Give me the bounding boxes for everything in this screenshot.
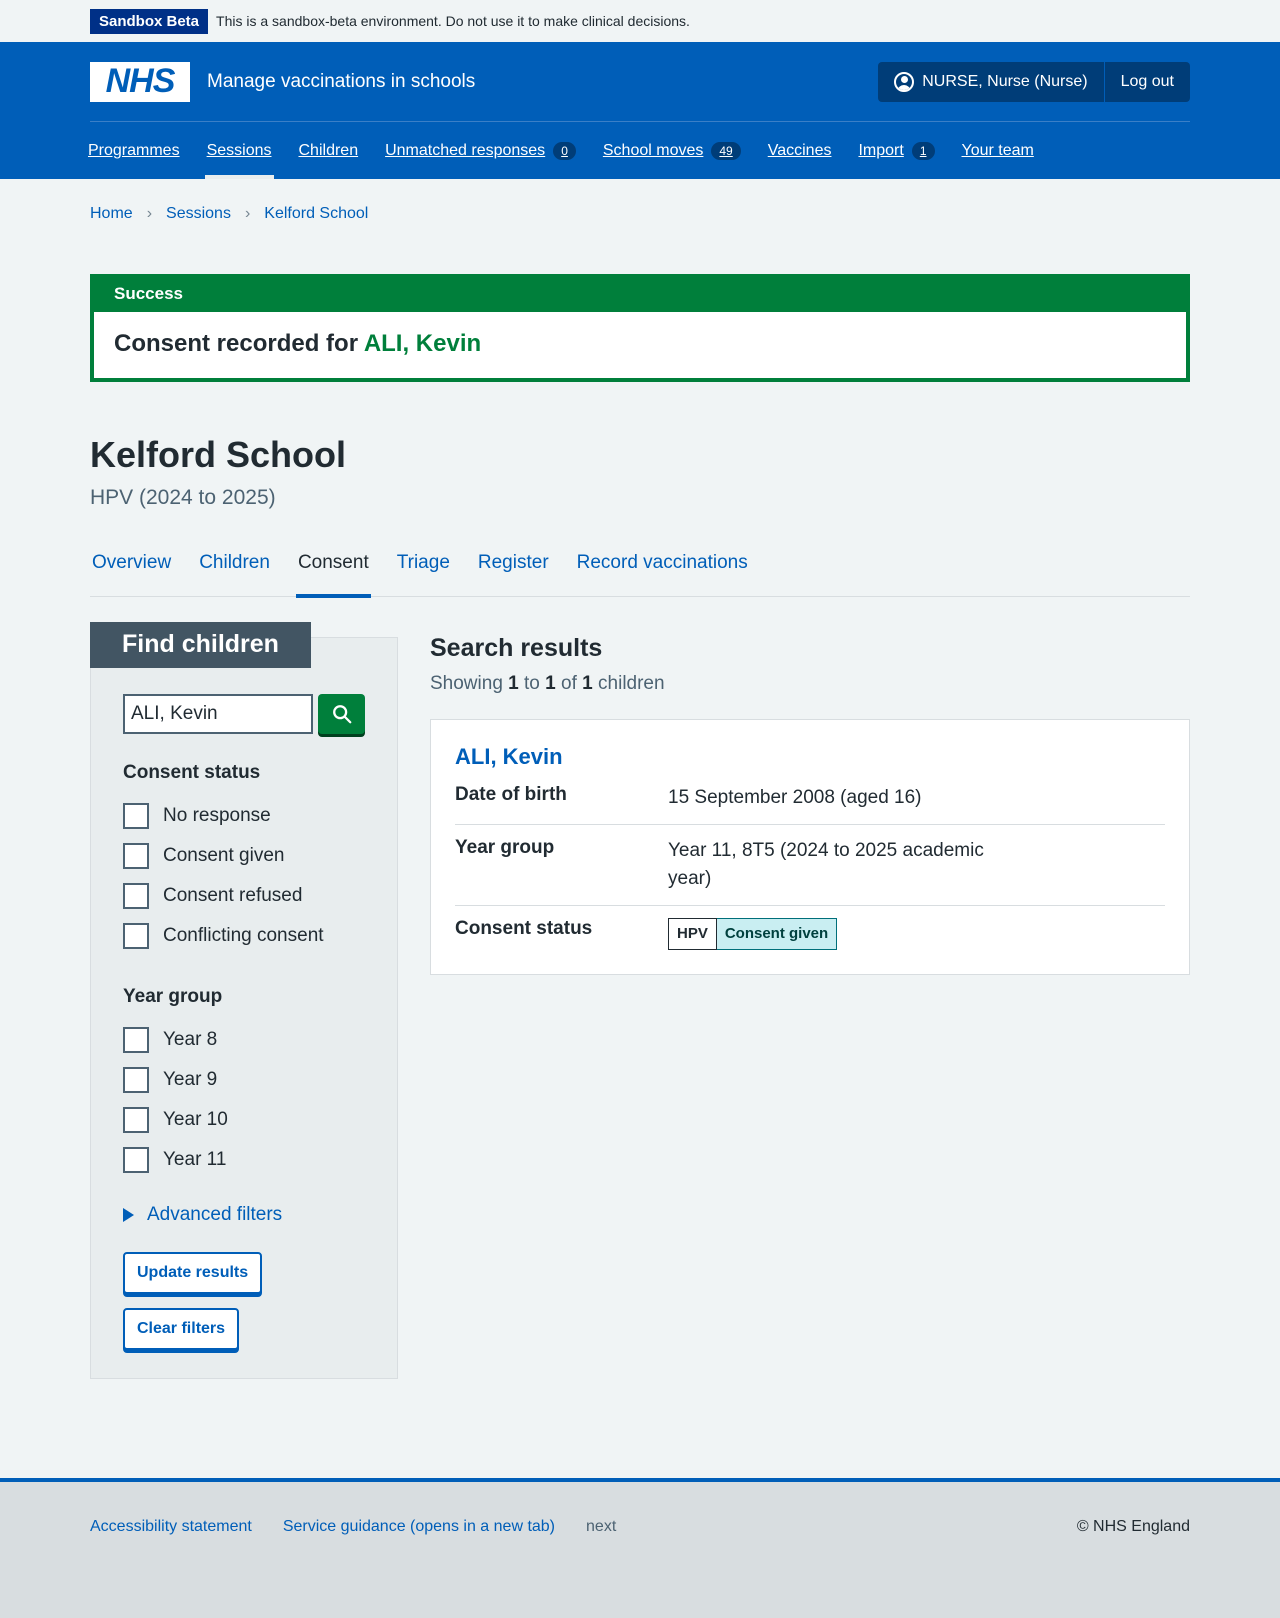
checkbox[interactable] [123,803,149,829]
year-group-legend: Year group [123,986,223,1007]
success-heading: Success [94,278,1186,312]
footer-copyright: © NHS England [1076,1518,1190,1535]
results-count: Showing 1 to 1 of 1 children [430,673,665,694]
filter-year-11[interactable]: Year 11 [123,1140,365,1180]
triangle-right-icon [123,1208,134,1222]
success-message: Consent recorded for ALI, Kevin [114,330,482,357]
status-badge: Consent given [716,918,838,950]
footer-accessibility-link[interactable]: Accessibility statement [90,1518,252,1536]
nhs-logo[interactable]: NHS [90,61,190,102]
footer-version: next [586,1518,617,1535]
breadcrumb-sessions[interactable]: Sessions [166,205,231,223]
checkbox[interactable] [123,1027,149,1053]
tab-overview[interactable]: Overview [90,550,173,597]
sandbox-banner: Sandbox Beta This is a sandbox-beta envi… [0,0,1280,42]
account-user-name: NURSE, Nurse (Nurse) [922,72,1088,90]
main-content: Home › Sessions › Kelford School Success… [90,179,1190,1379]
site-footer: Accessibility statement Service guidance… [0,1478,1280,1618]
consent-status-tag: HPV Consent given [668,918,838,950]
filter-heading: Find children [90,622,311,668]
update-results-button[interactable]: Update results [123,1252,263,1294]
nav-item-import[interactable]: Import 1 [858,122,935,179]
nav-item-your-team[interactable]: Your team [962,122,1034,179]
child-result-card: ALI, Kevin Date of birth 15 September 20… [430,719,1190,975]
success-banner: Success Consent recorded for ALI, Kevin [90,274,1190,382]
site-header: NHS Manage vaccinations in schools NURSE… [0,42,1280,179]
checkbox[interactable] [123,843,149,869]
checkbox[interactable] [123,1067,149,1093]
search-results: Search results Showing 1 to 1 of 1 child… [430,622,1190,1379]
nav-item-vaccines[interactable]: Vaccines [768,122,832,179]
filter-year-8[interactable]: Year 8 [123,1020,365,1060]
clear-filters-button[interactable]: Clear filters [123,1308,240,1350]
programme-tag: HPV [668,918,717,950]
consent-status-legend: Consent status [123,762,261,783]
tab-register[interactable]: Register [476,550,551,597]
nav-item-sessions[interactable]: Sessions [204,122,274,179]
sandbox-beta-text: This is a sandbox-beta environment. Do n… [216,13,690,29]
checkbox[interactable] [123,1147,149,1173]
logout-link[interactable]: Log out [1105,62,1190,102]
advanced-filters-toggle[interactable]: Advanced filters [123,1204,365,1226]
nav-item-unmatched-responses[interactable]: Unmatched responses 0 [385,122,576,179]
summary-value: 15 September 2008 (aged 16) [668,787,922,808]
filter-consent-refused[interactable]: Consent refused [123,876,365,916]
breadcrumb-school[interactable]: Kelford School [264,205,368,223]
success-child-link[interactable]: ALI, Kevin [364,330,481,357]
sandbox-beta-tag: Sandbox Beta [90,8,209,34]
nav-count-badge: 1 [911,141,935,160]
child-name-link[interactable]: ALI, Kevin [455,744,563,769]
checkbox[interactable] [123,1107,149,1133]
tab-consent[interactable]: Consent [295,550,371,598]
primary-nav: Programmes Sessions Children Unmatched r… [88,122,1190,179]
filter-year-9[interactable]: Year 9 [123,1060,365,1100]
summary-row: Year group Year 11, 8T5 (2024 to 2025 ac… [455,825,1165,906]
checkbox[interactable] [123,923,149,949]
account-menu: NURSE, Nurse (Nurse) Log out [878,61,1190,102]
results-title: Search results [430,634,603,662]
nav-item-school-moves[interactable]: School moves 49 [603,122,741,179]
account-user: NURSE, Nurse (Nurse) [878,61,1105,102]
chevron-right-icon: › [146,205,153,222]
nav-item-programmes[interactable]: Programmes [88,122,180,179]
filter-consent-given[interactable]: Consent given [123,836,365,876]
filter-panel: Find children Consent status No response… [90,622,398,1379]
summary-row: Date of birth 15 September 2008 (aged 16… [455,780,1165,825]
search-button[interactable] [318,694,365,734]
summary-row: Consent status HPV Consent given [455,906,1165,950]
tab-triage[interactable]: Triage [395,550,452,597]
filter-conflicting-consent[interactable]: Conflicting consent [123,916,365,956]
session-tabs: Overview Children Consent Triage Registe… [90,550,1190,598]
nav-count-badge: 49 [711,141,741,160]
checkbox[interactable] [123,883,149,909]
summary-key: Date of birth [455,784,567,805]
nav-count-badge: 0 [553,141,576,160]
service-name[interactable]: Manage vaccinations in schools [207,71,475,93]
search-icon [332,705,351,724]
breadcrumb: Home › Sessions › Kelford School [90,179,1190,249]
user-icon [894,71,915,92]
summary-key: Year group [455,837,555,858]
summary-key: Consent status [455,918,593,939]
search-input[interactable] [123,694,313,734]
filter-year-10[interactable]: Year 10 [123,1100,365,1140]
tab-children[interactable]: Children [197,550,272,597]
chevron-right-icon: › [244,205,251,222]
summary-value: Year 11, 8T5 (2024 to 2025 academic year… [668,840,984,889]
page-title: Kelford School [90,434,347,475]
advanced-filters-link[interactable]: Advanced filters [147,1204,282,1226]
footer-guidance-link[interactable]: Service guidance (opens in a new tab) [283,1518,555,1536]
page-caption: HPV (2024 to 2025) [90,486,276,509]
nav-item-children[interactable]: Children [299,122,359,179]
tab-record-vaccinations[interactable]: Record vaccinations [575,550,750,597]
filter-no-response[interactable]: No response [123,796,365,836]
breadcrumb-home[interactable]: Home [90,205,133,223]
